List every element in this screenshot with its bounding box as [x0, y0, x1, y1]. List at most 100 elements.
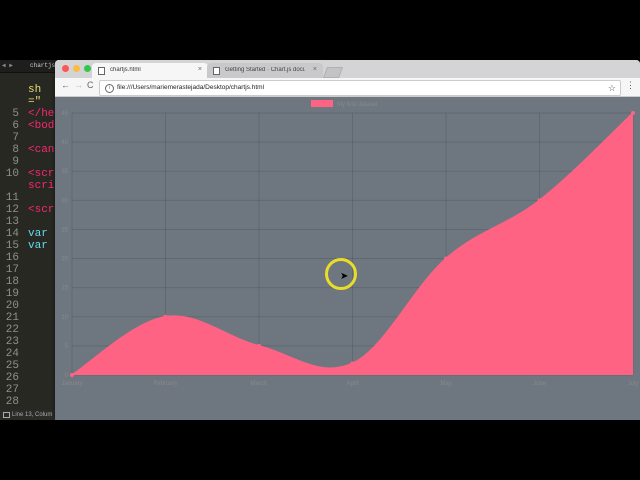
line-number: 15 [5, 240, 19, 252]
code-text: var [28, 240, 48, 252]
line-number: 22 [5, 324, 19, 336]
code-line[interactable]: sh [0, 84, 60, 96]
line-number: 28 [5, 396, 19, 408]
data-point [444, 256, 448, 261]
line-number: 9 [12, 156, 19, 168]
tab-chartjs[interactable]: chartjs.html × [92, 63, 208, 78]
data-point [257, 343, 261, 348]
code-line[interactable]: 14 var [0, 228, 60, 240]
code-line[interactable]: 22 [0, 324, 60, 336]
y-tick-label: 15 [61, 286, 68, 292]
code-line[interactable]: 24 [0, 348, 60, 360]
editor-tab-bar: ◀ ▶ chartjs.h [0, 60, 62, 73]
forward-button[interactable]: → [74, 80, 83, 90]
legend-label: My first dataset [337, 102, 378, 108]
y-tick-label: 5 [65, 344, 69, 350]
code-line[interactable]: 13 [0, 216, 60, 228]
x-tick-label: July [628, 381, 639, 387]
line-number: 8 [12, 144, 19, 156]
code-line[interactable]: 26 [0, 372, 60, 384]
data-point [163, 314, 168, 319]
line-number: 21 [5, 312, 19, 324]
browser-toolbar: ← → C i file:///Users/mariemerastejada/D… [55, 78, 640, 97]
line-number: 25 [5, 360, 19, 372]
code-line[interactable]: 8 <can [0, 144, 60, 156]
y-tick-label: 35 [61, 169, 68, 175]
code-line[interactable]: scri [0, 180, 60, 192]
data-point [350, 361, 355, 366]
code-text: scri [28, 180, 55, 192]
code-line[interactable]: 10 <scr [0, 168, 60, 180]
monitor-icon [3, 412, 10, 418]
code-line[interactable]: 12 <scr [0, 204, 60, 216]
close-tab-icon[interactable]: × [313, 66, 317, 73]
data-point [537, 198, 542, 203]
zoom-window-button[interactable] [84, 65, 91, 72]
code-line[interactable]: 11 [0, 192, 60, 204]
code-line[interactable]: 6 <bod [0, 120, 60, 132]
line-number: 23 [5, 336, 19, 348]
y-tick-label: 25 [61, 227, 68, 233]
page-icon [213, 67, 220, 75]
line-number: 26 [5, 372, 19, 384]
line-number: 20 [5, 300, 19, 312]
x-tick-label: June [533, 381, 547, 387]
page-icon [98, 67, 105, 75]
info-icon[interactable]: i [105, 84, 114, 93]
y-tick-label: 20 [61, 257, 68, 263]
code-editor[interactable]: ◀ ▶ chartjs.h sh =" 5 </he 6 <bod 7 8 <can 9 10 <sc… [0, 60, 62, 420]
code-line[interactable]: 17 [0, 264, 60, 276]
minimize-window-button[interactable] [73, 65, 80, 72]
bookmark-star-icon[interactable]: ☆ [608, 81, 616, 95]
code-line[interactable]: 23 [0, 336, 60, 348]
code-line[interactable]: 5 </he [0, 108, 60, 120]
x-tick-label: January [61, 381, 82, 387]
code-line[interactable]: 18 [0, 276, 60, 288]
x-tick-label: March [251, 381, 268, 387]
y-tick-label: 30 [61, 198, 68, 204]
code-line[interactable]: 27 [0, 384, 60, 396]
reload-button[interactable]: C [87, 80, 94, 90]
code-line[interactable]: 20 [0, 300, 60, 312]
page-content: 0 5 10 15 20 25 30 35 40 45 January February March Ap… [55, 97, 640, 420]
data-point [70, 373, 74, 377]
browser-menu-icon[interactable]: ⋮ [626, 80, 635, 91]
legend-swatch [311, 100, 333, 107]
close-tab-icon[interactable]: × [198, 66, 202, 73]
code-line[interactable]: 28 [0, 396, 60, 408]
code-line[interactable]: 25 [0, 360, 60, 372]
y-tick-label: 10 [61, 315, 68, 321]
mouse-pointer-icon: ➤ [340, 271, 349, 282]
x-tick-label: April [346, 381, 358, 387]
x-tick-label: February [153, 381, 177, 387]
tab-chartjs-label: chartjs.html [110, 67, 141, 73]
code-text: sh [28, 84, 42, 96]
tab-getting-started[interactable]: Getting Started · Chart.js docu × [207, 63, 323, 78]
address-bar[interactable]: i file:///Users/mariemerastejada/Desktop… [99, 80, 621, 96]
line-number: 24 [5, 348, 19, 360]
code-line[interactable]: 9 [0, 156, 60, 168]
line-number: 7 [12, 132, 19, 144]
url-text[interactable]: file:///Users/mariemerastejada/Desktop/c… [117, 81, 264, 95]
line-number: 17 [5, 264, 19, 276]
code-line[interactable]: 19 [0, 288, 60, 300]
line-number: 5 [12, 108, 19, 120]
back-button[interactable]: ← [61, 80, 70, 90]
close-window-button[interactable] [62, 65, 69, 72]
tab-getting-started-label: Getting Started · Chart.js docu [225, 67, 305, 73]
data-point [631, 111, 635, 115]
line-number: 11 [5, 192, 19, 204]
line-number: 13 [5, 216, 19, 228]
code-line[interactable]: 7 [0, 132, 60, 144]
browser-titlebar: chartjs.html × Getting Started · Chart.j… [55, 60, 640, 78]
editor-status-text: Line 13, Colum [12, 412, 53, 418]
code-line[interactable]: =" [0, 96, 60, 108]
editor-nav-arrows[interactable]: ◀ ▶ [2, 60, 13, 72]
code-line[interactable]: 21 [0, 312, 60, 324]
new-tab-button[interactable] [322, 67, 344, 78]
line-number: 14 [5, 228, 19, 240]
line-number: 10 [5, 168, 19, 180]
code-line[interactable]: 15 var [0, 240, 60, 252]
line-number: 16 [5, 252, 19, 264]
code-line[interactable]: 16 [0, 252, 60, 264]
